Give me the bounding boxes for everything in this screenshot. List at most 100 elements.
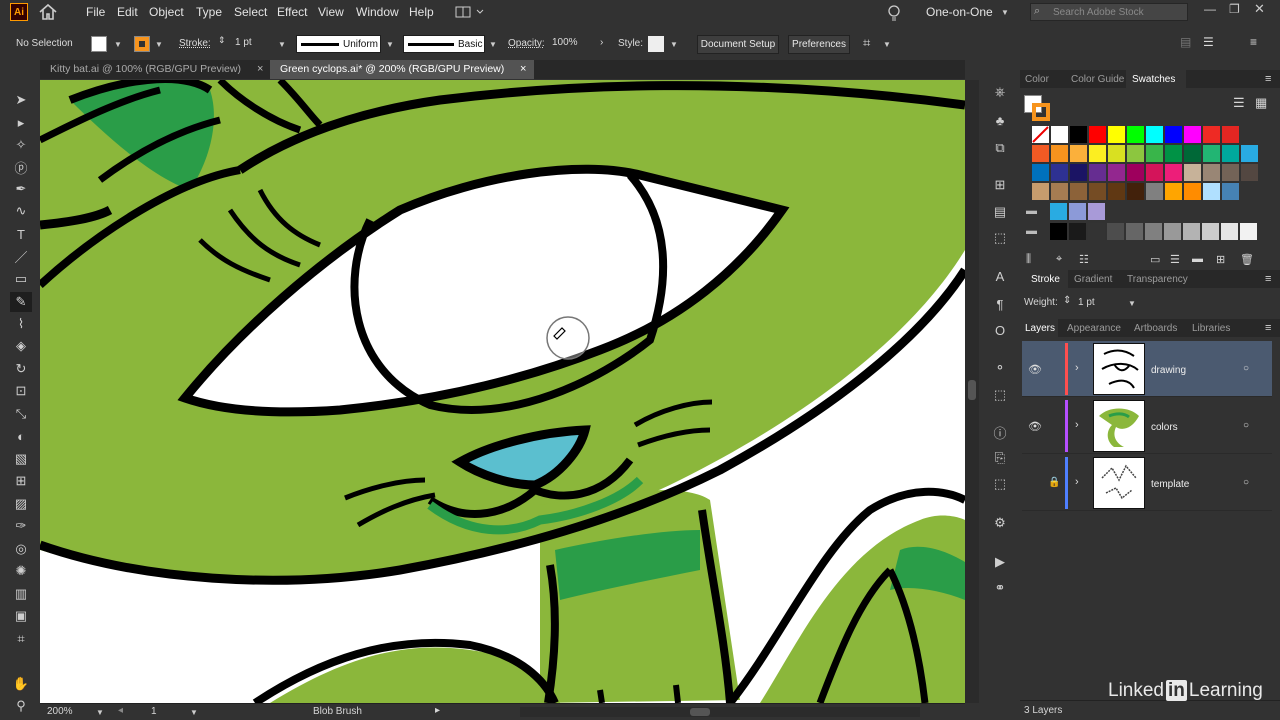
color-swatch[interactable] (1051, 126, 1068, 143)
chevron-down-icon[interactable]: ▼ (278, 40, 286, 49)
perspective-icon[interactable]: ▧ (10, 449, 32, 469)
align-icon[interactable]: ▤ (991, 203, 1009, 221)
color-swatch[interactable] (1241, 145, 1258, 162)
pathfinder-icon[interactable]: ⬚ (991, 229, 1009, 247)
artboards-icon[interactable]: ⬚ (991, 475, 1009, 493)
properties-icon[interactable]: ⚙ (991, 514, 1009, 532)
fill-swatch[interactable] (91, 36, 107, 52)
tab-color[interactable]: Color (1025, 74, 1049, 85)
tab-appearance[interactable]: Appearance (1067, 323, 1121, 334)
tab-layers[interactable]: Layers (1025, 323, 1055, 334)
color-swatch[interactable] (1146, 164, 1163, 181)
color-swatch[interactable] (1241, 164, 1258, 181)
shape-builder-icon[interactable]: ◐ (10, 426, 32, 446)
color-swatch[interactable] (1222, 164, 1239, 181)
arrange-icon[interactable]: ⌗ (863, 35, 870, 51)
color-swatch[interactable] (1221, 223, 1238, 240)
pen-icon[interactable]: ✒ (10, 179, 32, 199)
opacity-field[interactable]: 100% (548, 35, 596, 53)
direct-selection-icon[interactable]: ▸ (10, 113, 32, 133)
panel-menu-icon[interactable]: ≡ (1265, 322, 1271, 334)
layer-target-icon[interactable]: ○ (1243, 420, 1249, 431)
color-swatch[interactable] (1032, 145, 1049, 162)
info-icon[interactable]: ⓘ (991, 423, 1009, 441)
zoom-level[interactable]: 200% (47, 706, 73, 717)
color-swatch[interactable] (1184, 126, 1201, 143)
tab-artboards[interactable]: Artboards (1134, 323, 1177, 334)
color-swatch[interactable] (1089, 126, 1106, 143)
color-swatch[interactable] (1032, 164, 1049, 181)
shaper-icon[interactable]: ⌇ (10, 314, 32, 334)
line-icon[interactable]: ／ (10, 246, 32, 266)
new-swatch-icon[interactable]: ⊞ (1216, 253, 1225, 266)
chevron-down-icon[interactable]: ▼ (489, 40, 497, 49)
menu-window[interactable]: Window (356, 5, 399, 19)
document-info-icon[interactable]: ⎘ (991, 449, 1009, 467)
rectangle-icon[interactable]: ▭ (10, 269, 32, 289)
folder-icon[interactable]: ▬ (1192, 253, 1203, 265)
color-swatch[interactable] (1145, 223, 1162, 240)
lasso-icon[interactable]: ⓟ (10, 157, 32, 177)
color-swatch[interactable] (1051, 183, 1068, 200)
curvature-icon[interactable]: ∿ (10, 201, 32, 221)
close-tab-icon[interactable]: × (520, 63, 526, 75)
grid-view-icon[interactable]: ▦ (1255, 95, 1267, 111)
menu-view[interactable]: View (318, 5, 344, 19)
chevron-down-icon[interactable]: ▼ (114, 40, 122, 49)
rotate-icon[interactable]: ↻ (10, 359, 32, 379)
style-swatch[interactable] (648, 36, 664, 52)
color-swatch[interactable] (1127, 183, 1144, 200)
libraries-icon[interactable]: ⫼ (1026, 253, 1031, 266)
color-swatch[interactable] (1069, 223, 1086, 240)
color-swatch[interactable] (1165, 145, 1182, 162)
chevron-down-icon[interactable]: ▼ (883, 40, 891, 49)
color-swatch[interactable] (1126, 223, 1143, 240)
tab-transparency[interactable]: Transparency (1127, 274, 1188, 285)
tab-libraries[interactable]: Libraries (1192, 323, 1230, 334)
tab-stroke[interactable]: Stroke (1031, 274, 1060, 285)
actions-icon[interactable]: ▶ (991, 553, 1009, 571)
opacity-label[interactable]: Opacity: (508, 38, 545, 49)
blob-brush-icon[interactable]: ✎ (10, 292, 32, 312)
color-swatch[interactable] (1108, 164, 1125, 181)
new-color-group-icon[interactable]: ▭ (1150, 253, 1160, 266)
links-icon[interactable]: ⬚ (991, 386, 1009, 404)
scroll-thumb[interactable] (690, 708, 710, 716)
color-swatch[interactable] (1088, 203, 1105, 220)
type-icon[interactable]: T (10, 224, 32, 244)
artboard-number[interactable]: 1 (151, 706, 157, 717)
color-swatch[interactable] (1183, 223, 1200, 240)
character-icon[interactable]: A (991, 267, 1009, 285)
chevron-right-icon[interactable]: › (1075, 419, 1079, 431)
transform-icon[interactable]: ☰ (1203, 35, 1214, 49)
chevron-right-icon[interactable]: › (1075, 476, 1079, 488)
stroke-indicator[interactable] (1032, 103, 1050, 121)
scroll-thumb[interactable] (968, 380, 976, 400)
color-swatch[interactable] (1050, 203, 1067, 220)
export-icon[interactable]: ⧉ (991, 139, 1009, 157)
color-swatch[interactable] (1051, 164, 1068, 181)
swatch-kinds-icon[interactable]: ⌖ (1056, 253, 1062, 266)
stroke-profile-select[interactable]: Uniform (296, 35, 381, 53)
list-view-icon[interactable]: ☰ (1233, 95, 1245, 111)
color-swatch[interactable] (1165, 183, 1182, 200)
character-styles-icon[interactable]: ⚬ (991, 359, 1009, 377)
color-swatch[interactable] (1051, 145, 1068, 162)
menu-file[interactable]: File (86, 5, 105, 19)
weight-field[interactable]: 1 pt (1078, 297, 1095, 308)
minimize-icon[interactable]: — (1204, 2, 1216, 16)
symbols-icon[interactable]: ♣ (991, 111, 1009, 129)
align-icon[interactable]: ▤ (1180, 35, 1191, 49)
graph-icon[interactable]: ▥ (10, 584, 32, 604)
panel-menu-icon[interactable]: ≡ (1250, 35, 1257, 49)
chevron-right-icon[interactable]: › (1075, 362, 1079, 374)
stepper-icon[interactable]: ⇕ (1063, 295, 1071, 306)
stroke-label[interactable]: Stroke: (179, 38, 211, 49)
panel-menu-icon[interactable]: ≡ (1265, 273, 1271, 285)
color-swatch[interactable] (1127, 145, 1144, 162)
symbol-sprayer-icon[interactable]: ✺ (10, 561, 32, 581)
slice-icon[interactable]: ⌗ (10, 629, 32, 649)
color-swatch[interactable] (1164, 223, 1181, 240)
color-swatch[interactable] (1070, 145, 1087, 162)
layer-row[interactable] (1022, 398, 1272, 454)
